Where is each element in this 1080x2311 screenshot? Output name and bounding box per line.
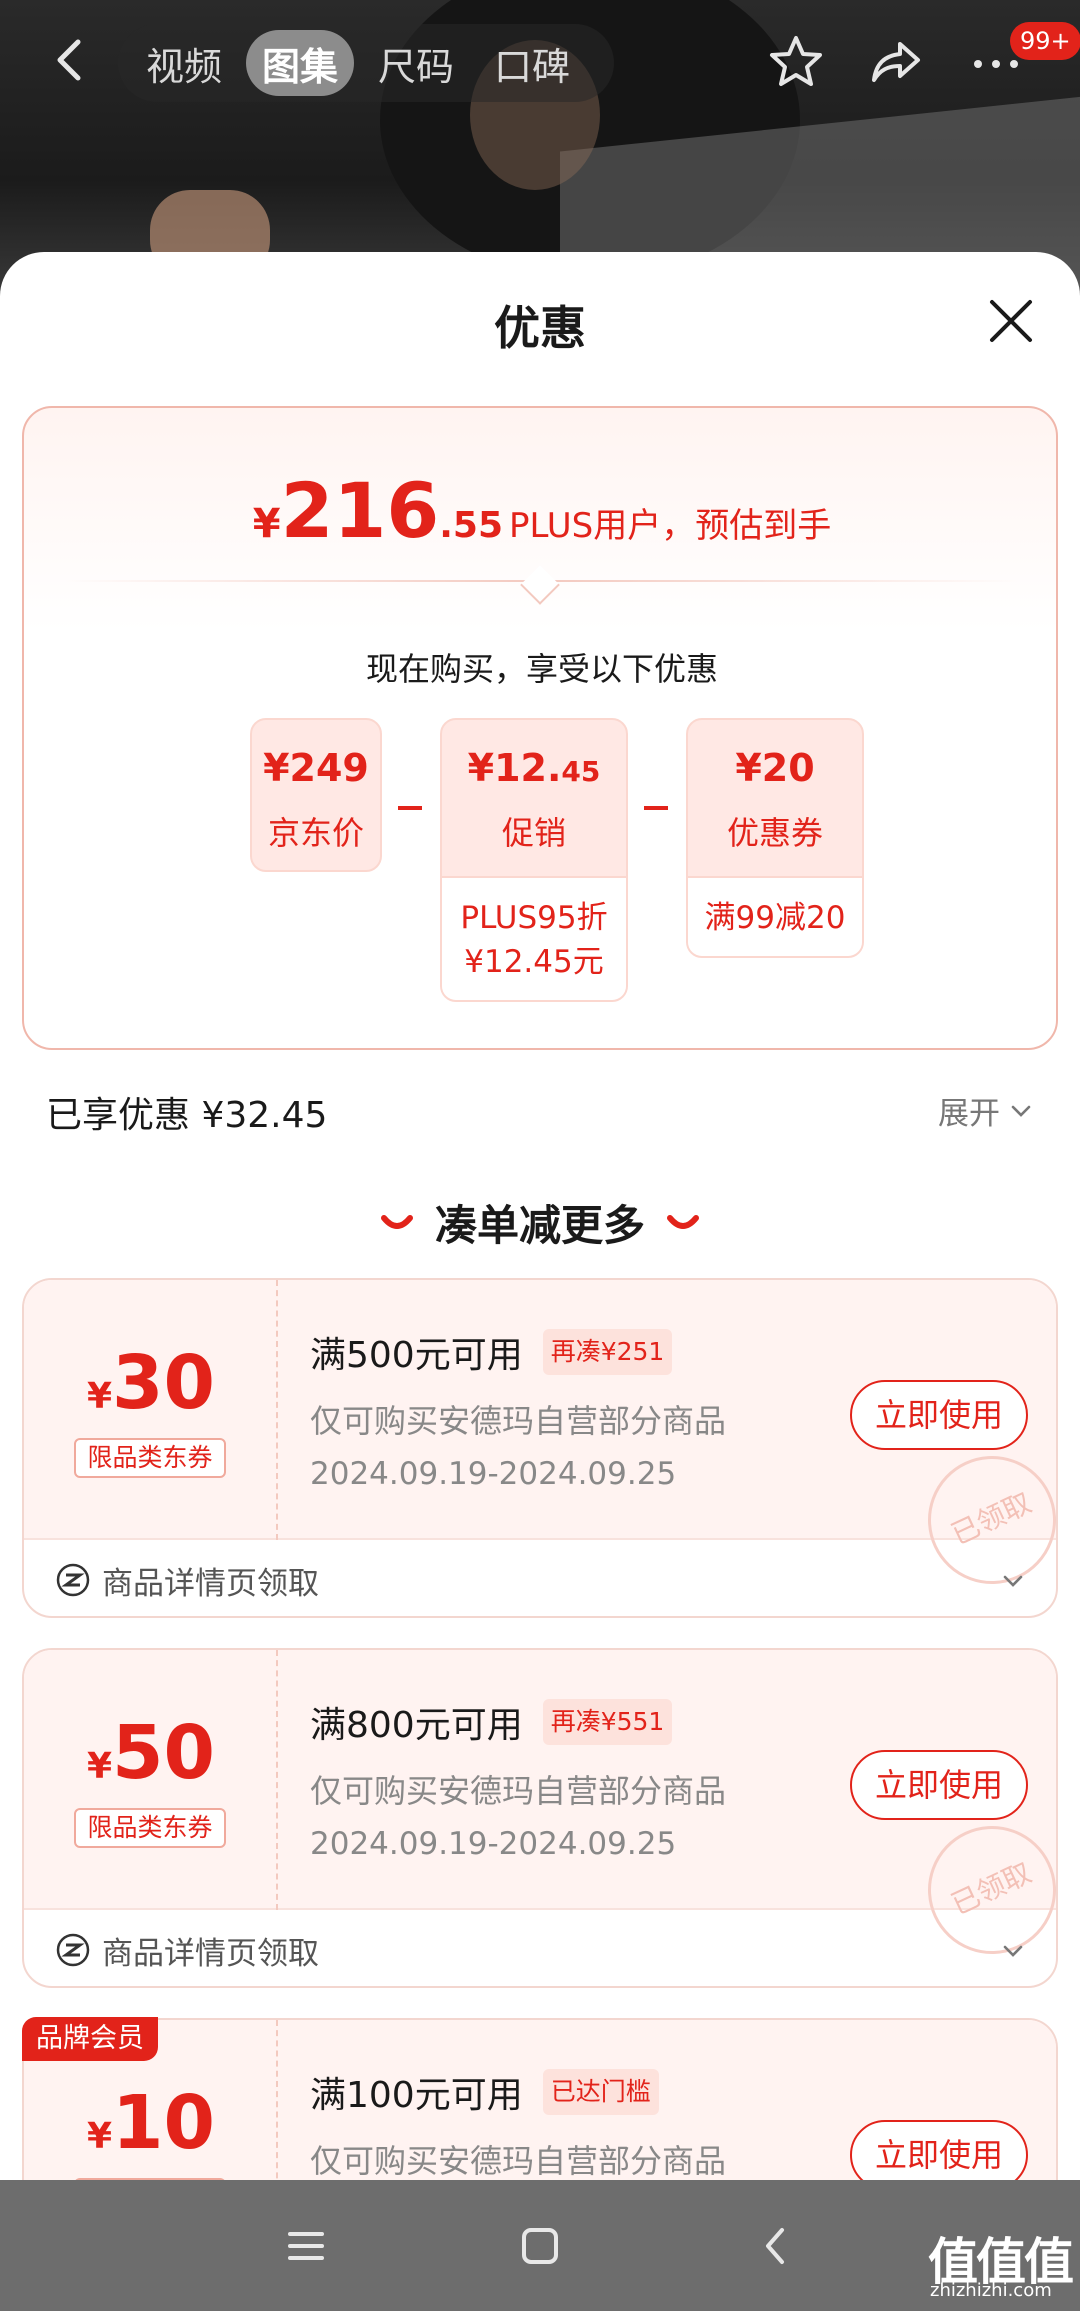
divider-notch (520, 565, 560, 605)
message-badge: 99+ (1010, 22, 1080, 60)
price-label: PLUS用户，预估到手 (509, 506, 832, 546)
coupon-desc: 仅可购买安德玛自营部分商品 (310, 1402, 727, 1440)
coupon-condition: 满500元可用 再凑¥251 (310, 1326, 673, 1378)
chevron-down-icon (1003, 1945, 1023, 1957)
sheet-title: 优惠 (494, 301, 586, 355)
expand-button[interactable]: 展开 (938, 1088, 1034, 1133)
home-icon[interactable] (512, 2218, 568, 2274)
expand-label: 展开 (938, 1096, 1000, 1132)
chip-amount: ¥20 (735, 746, 815, 790)
minus-operator (644, 806, 668, 810)
share-icon[interactable] (866, 32, 926, 92)
coupon-desc: 仅可购买安德玛自营部分商品 (310, 2142, 727, 2180)
close-icon[interactable] (986, 296, 1036, 346)
chip-coupon: ¥20 优惠券 满99减20 (686, 718, 864, 958)
chip-detail: 满99减20 (688, 876, 862, 956)
brand-member-tag: 品牌会员 (22, 2017, 158, 2061)
coupon-condition: 满800元可用 再凑¥551 (310, 1696, 673, 1748)
coupon-category: 限品类东券 (74, 1438, 226, 1478)
saved-amount: 已享优惠 ¥32.45 (46, 1095, 328, 1136)
use-now-button[interactable]: 立即使用 (850, 1380, 1028, 1450)
tab-video[interactable]: 视频 (130, 30, 238, 96)
tab-size[interactable]: 尺码 (362, 30, 470, 96)
chip-name: 促销 (501, 814, 566, 852)
coupon-tag: 再凑¥551 (542, 1699, 673, 1745)
coupon-value-area: ¥50 限品类东券 (24, 1650, 278, 1910)
discount-sheet: 优惠 ¥216.55 PLUS用户，预估到手 现在购买，享受以下优惠 ¥249 京… (0, 252, 1080, 2180)
coupon-category: 限品类东券 (74, 1808, 226, 1848)
coupon-source-icon (56, 1563, 90, 1597)
coupon-footer[interactable]: 商品详情页领取 (24, 1542, 1056, 1616)
coupon-value: ¥50 (86, 1710, 216, 1796)
coupon-footer[interactable]: 商品详情页领取 (24, 1912, 1056, 1986)
star-icon[interactable] (766, 32, 826, 92)
coupon-value-area: ¥30 限品类东券 (24, 1280, 278, 1540)
coupon-desc: 仅可购买安德玛自营部分商品 (310, 1772, 727, 1810)
price-integer: 216 (280, 466, 440, 555)
chevron-down-icon (1003, 1575, 1023, 1587)
system-nav-bar (0, 2180, 1080, 2311)
top-bar: 视频 图集 尺码 口碑 99+ (0, 0, 1080, 130)
coupon-card: ¥10 满100元可用 已达门槛 仅可购买安德玛自营部分商品 立即使用 (22, 2018, 1058, 2180)
chip-name: 优惠券 (726, 814, 823, 852)
estimated-price-card: ¥216.55 PLUS用户，预估到手 现在购买，享受以下优惠 ¥249 京东价 … (22, 406, 1058, 1050)
use-now-button[interactable]: 立即使用 (850, 2120, 1028, 2180)
coupon-footer-label: 商品详情页领取 (102, 1565, 319, 1602)
price-decimal: .55 (439, 505, 504, 546)
estimated-price: ¥216.55 PLUS用户，预估到手 (24, 466, 1060, 555)
tab-gallery[interactable]: 图集 (246, 30, 355, 96)
menu-icon[interactable] (278, 2218, 334, 2274)
tab-reviews[interactable]: 口碑 (478, 30, 586, 96)
buy-now-text: 现在购买，享受以下优惠 (365, 650, 718, 688)
coupon-card: ¥30 限品类东券 满500元可用 再凑¥251 仅可购买安德玛自营部分商品 20… (22, 1278, 1058, 1618)
coupon-value: ¥10 (86, 2080, 216, 2166)
back-icon[interactable] (40, 30, 100, 90)
coupon-condition: 满100元可用 已达门槛 (310, 2066, 659, 2118)
chip-amount: ¥249 (263, 746, 369, 790)
use-now-button[interactable]: 立即使用 (850, 1750, 1028, 1820)
more-deals-title: 凑单减更多 (434, 1201, 645, 1250)
coupon-footer-label: 商品详情页领取 (102, 1935, 319, 1972)
coupon-date: 2024.09.19-2024.09.25 (310, 1456, 677, 1492)
coupon-date: 2024.09.19-2024.09.25 (310, 1826, 677, 1862)
coupon-tag: 已达门槛 (542, 2069, 659, 2115)
media-tabs: 视频 图集 尺码 口碑 (118, 24, 614, 102)
smile-decoration-icon (667, 1215, 699, 1229)
coupon-source-icon (56, 1933, 90, 1967)
chip-promotion: ¥12.45 促销 PLUS95折 ¥12.45元 (440, 718, 628, 1002)
minus-operator (398, 806, 422, 810)
coupon-tag: 再凑¥251 (542, 1329, 673, 1375)
coupon-card: ¥50 限品类东券 满800元可用 再凑¥551 仅可购买安德玛自营部分商品 20… (22, 1648, 1058, 1988)
watermark-url: zhizhizhi.com (930, 2280, 1052, 2301)
chip-name: 京东价 (267, 814, 364, 852)
chip-amount: ¥12.45 (467, 746, 601, 790)
chip-detail: PLUS95折 ¥12.45元 (442, 876, 626, 1000)
chip-jd-price: ¥249 京东价 (250, 718, 382, 872)
price-currency: ¥ (252, 501, 281, 547)
coupon-value: ¥30 (86, 1340, 216, 1426)
chevron-down-icon (1011, 1105, 1031, 1117)
nav-back-icon[interactable] (748, 2218, 804, 2274)
